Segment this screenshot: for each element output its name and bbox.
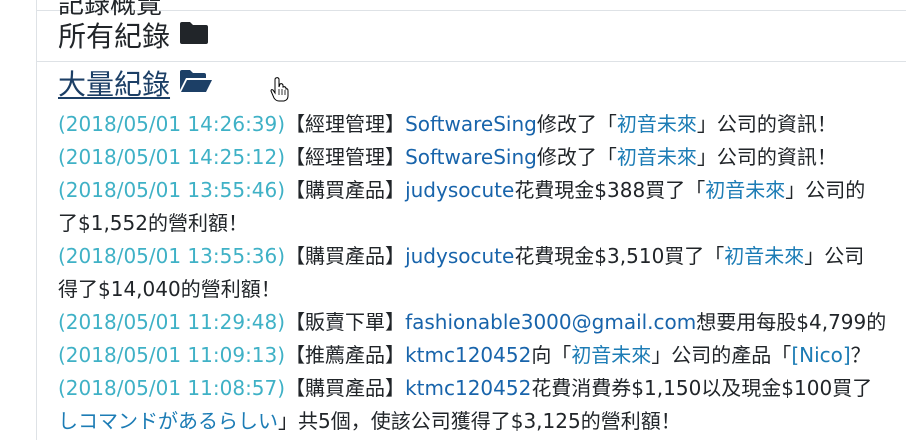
log-company-link[interactable]: 初音未來 bbox=[617, 112, 697, 136]
log-text: 【經理管理】 bbox=[285, 145, 406, 169]
log-text: 得了$14,040的營利額！ bbox=[58, 277, 281, 301]
folder-open-icon bbox=[178, 66, 214, 104]
log-entry-line: (2018/05/01 13:55:36)【購買產品】judysocute花費現… bbox=[58, 240, 906, 273]
log-text: 」公司的資訊！ bbox=[696, 145, 837, 169]
log-text: 向「 bbox=[531, 343, 572, 367]
log-entry-line: しコマンドがあるらしい」共5個，使該公司獲得了$3,125的營利額！ bbox=[58, 405, 906, 438]
log-user-link[interactable]: judysocute bbox=[405, 178, 514, 202]
log-timestamp: (2018/05/01 14:25:12) bbox=[58, 145, 286, 169]
log-user-link[interactable]: ktmc120452 bbox=[405, 343, 531, 367]
log-entry-line: (2018/05/01 11:29:48)【販賣下單】fashionable30… bbox=[58, 306, 906, 339]
log-entry-line: (2018/05/01 13:55:46)【購買產品】judysocute花費現… bbox=[58, 174, 906, 207]
log-entry-line: (2018/05/01 11:09:13)【推薦產品】ktmc120452向「初… bbox=[58, 339, 906, 372]
log-text: 」共5個，使該公司獲得了$3,125的營利額！ bbox=[278, 409, 681, 433]
log-text: 了$1,552的營利額！ bbox=[58, 211, 248, 235]
divider-top bbox=[36, 10, 906, 11]
log-text: 」公司的 bbox=[785, 178, 866, 202]
log-text: 想要用每股$4,799的 bbox=[696, 310, 887, 334]
divider-mid bbox=[36, 61, 906, 62]
log-timestamp: (2018/05/01 11:09:13) bbox=[58, 343, 286, 367]
log-entry-line: (2018/05/01 14:25:12)【經理管理】SoftwareSing修… bbox=[58, 141, 906, 174]
log-timestamp: (2018/05/01 11:08:57) bbox=[58, 376, 286, 400]
log-text: 修改了「 bbox=[536, 145, 617, 169]
log-user-link[interactable]: SoftwareSing bbox=[405, 112, 537, 136]
hand-pointer-icon bbox=[270, 76, 290, 106]
log-timestamp: (2018/05/01 14:26:39) bbox=[58, 112, 286, 136]
record-log: (2018/05/01 14:26:39)【經理管理】SoftwareSing修… bbox=[58, 108, 906, 438]
log-company-link[interactable]: 初音未來 bbox=[617, 145, 697, 169]
log-text: 花費現金$388買了「 bbox=[514, 178, 706, 202]
log-text: 【購買產品】 bbox=[285, 178, 406, 202]
log-user-link[interactable]: fashionable3000@gmail.com bbox=[405, 310, 696, 334]
log-timestamp: (2018/05/01 11:29:48) bbox=[58, 310, 286, 334]
log-text: 」公司的資訊！ bbox=[696, 112, 837, 136]
log-text: 花費現金$3,510買了「 bbox=[514, 244, 725, 268]
all-records-heading[interactable]: 所有紀錄 bbox=[58, 18, 210, 56]
log-entry-line: 了$1,552的營利額！ bbox=[58, 207, 906, 240]
log-user-link[interactable]: judysocute bbox=[405, 244, 514, 268]
log-entry-line: 得了$14,040的營利額！ bbox=[58, 273, 906, 306]
log-text: 【販賣下單】 bbox=[285, 310, 406, 334]
all-records-label: 所有紀錄 bbox=[58, 20, 171, 53]
log-text: ？ bbox=[850, 343, 871, 367]
panel-border bbox=[36, 0, 37, 440]
log-company-link[interactable]: 初音未來 bbox=[571, 343, 651, 367]
log-user-link[interactable]: ktmc120452 bbox=[405, 376, 531, 400]
log-company-link[interactable]: しコマンドがあるらしい bbox=[58, 409, 278, 433]
bulk-records-link[interactable]: 大量紀錄 bbox=[58, 66, 170, 104]
log-text: 修改了「 bbox=[536, 112, 617, 136]
log-timestamp: (2018/05/01 13:55:36) bbox=[58, 244, 286, 268]
log-company-link[interactable]: [Nico] bbox=[791, 343, 850, 367]
log-text: 【購買產品】 bbox=[285, 376, 406, 400]
log-text: 」公司的產品「 bbox=[651, 343, 792, 367]
log-text: 」公司 bbox=[804, 244, 865, 268]
log-timestamp: (2018/05/01 13:55:46) bbox=[58, 178, 286, 202]
log-entry-line: (2018/05/01 14:26:39)【經理管理】SoftwareSing修… bbox=[58, 108, 906, 141]
log-entry-line: (2018/05/01 11:08:57)【購買產品】ktmc120452花費消… bbox=[58, 372, 906, 405]
log-text: 【購買產品】 bbox=[285, 244, 406, 268]
log-text: 【推薦產品】 bbox=[285, 343, 406, 367]
bulk-records-heading[interactable]: 大量紀錄 bbox=[58, 66, 214, 104]
log-company-link[interactable]: 初音未來 bbox=[724, 244, 804, 268]
log-text: 花費消費券$1,150以及現金$100買了 bbox=[531, 376, 873, 400]
folder-closed-icon bbox=[178, 18, 210, 56]
log-user-link[interactable]: SoftwareSing bbox=[405, 145, 537, 169]
log-company-link[interactable]: 初音未來 bbox=[705, 178, 785, 202]
log-text: 【經理管理】 bbox=[285, 112, 406, 136]
